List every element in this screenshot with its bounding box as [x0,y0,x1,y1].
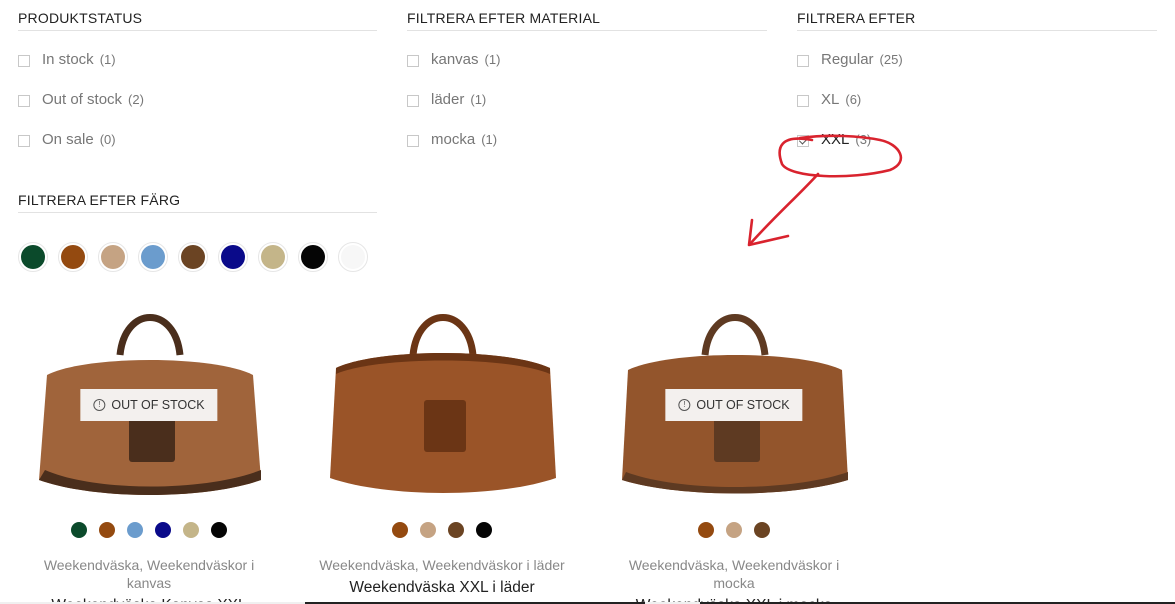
out-of-stock-badge: ! OUT OF STOCK [80,389,218,421]
checkbox[interactable] [407,55,419,67]
product-name[interactable]: Weekendväska XXL i läder [318,578,566,598]
color-swatch[interactable] [58,242,88,272]
product-color-dot[interactable] [392,522,408,538]
badge-label: OUT OF STOCK [696,398,790,412]
product-color-dot[interactable] [211,522,227,538]
color-swatch-fill [101,245,125,269]
filter-material: FILTRERA EFTER MATERIAL kanvas (1) läder… [407,8,767,169]
product-color-dot[interactable] [127,522,143,538]
color-swatch-list [18,242,378,272]
filter-count: (1) [99,52,116,67]
filter-label: mocka [431,131,476,148]
product-color-dot[interactable] [99,522,115,538]
filter-count: (1) [470,92,487,107]
checkbox[interactable] [797,55,809,67]
filter-label: kanvas [431,51,479,68]
filter-count: (2) [128,92,144,107]
filter-label: Regular [821,51,874,68]
product-card[interactable]: ! OUT OF STOCK Weekendväska, Weekendväsk… [25,300,273,604]
product-card[interactable]: Weekendväska, Weekendväskor i läder Week… [318,300,566,598]
filter-option-mocka[interactable]: mocka (1) [407,129,767,169]
color-swatch-fill [301,245,325,269]
product-category[interactable]: Weekendväska, Weekendväskor i läder [318,556,566,574]
filter-title: FILTRERA EFTER MATERIAL [407,8,767,31]
filter-title: FILTRERA EFTER [797,8,1157,31]
filter-count: (1) [481,132,498,147]
filter-title: FILTRERA EFTER FÄRG [18,190,377,213]
checkbox[interactable] [18,55,30,67]
filter-product-status: PRODUKTSTATUS In stock (1) Out of stock … [18,8,377,169]
out-of-stock-badge: ! OUT OF STOCK [665,389,803,421]
product-color-dot[interactable] [476,522,492,538]
color-swatch-fill [21,245,45,269]
color-swatch-fill [221,245,245,269]
warning-icon: ! [93,399,106,411]
filter-option-on-sale[interactable]: On sale (0) [18,129,377,169]
color-swatch[interactable] [218,242,248,272]
color-swatch-fill [141,245,165,269]
color-swatch[interactable] [258,242,288,272]
product-image[interactable] [318,300,566,505]
filter-option-xxl[interactable]: XXL (3) [797,129,1157,169]
filter-color: FILTRERA EFTER FÄRG [18,190,377,213]
color-swatch[interactable] [138,242,168,272]
checkbox-checked[interactable] [797,135,809,147]
color-swatch-fill [261,245,285,269]
product-category[interactable]: Weekendväska, Weekendväskor i kanvas [25,556,273,592]
filter-label: läder [431,91,465,108]
filter-count: (3) [855,132,872,147]
filter-size: FILTRERA EFTER Regular (25) XL (6) XXL (… [797,8,1157,169]
duffel-bag-image [330,314,556,493]
filter-title: PRODUKTSTATUS [18,8,377,31]
color-swatch[interactable] [18,242,48,272]
filter-count: (1) [484,52,501,67]
filter-option-lader[interactable]: läder (1) [407,89,767,129]
product-color-dot[interactable] [155,522,171,538]
checkbox[interactable] [18,135,30,147]
filter-option-xl[interactable]: XL (6) [797,89,1157,129]
filter-label: Out of stock [42,91,123,108]
filter-label: XXL [821,131,850,148]
color-swatch[interactable] [178,242,208,272]
filter-label: On sale [42,131,94,148]
color-swatch-fill [181,245,205,269]
color-swatch[interactable] [298,242,328,272]
color-swatch-fill [61,245,85,269]
color-swatch[interactable] [338,242,368,272]
filter-count: (25) [879,52,903,67]
filter-option-kanvas[interactable]: kanvas (1) [407,49,767,89]
product-image[interactable]: ! OUT OF STOCK [25,300,273,505]
filter-list: In stock (1) Out of stock (2) On sale (0… [18,49,377,169]
filter-count: (0) [99,132,116,147]
filter-label: XL [821,91,840,108]
filter-list: Regular (25) XL (6) XXL (3) [797,49,1157,169]
product-color-options [25,522,273,538]
product-color-dot[interactable] [754,522,770,538]
checkbox[interactable] [407,95,419,107]
product-color-options [610,522,858,538]
badge-label: OUT OF STOCK [111,398,205,412]
product-color-dot[interactable] [71,522,87,538]
filter-count: (6) [845,92,862,107]
product-color-options [318,522,566,538]
product-color-dot[interactable] [726,522,742,538]
product-color-dot[interactable] [698,522,714,538]
warning-icon: ! [678,399,691,411]
filter-option-out-of-stock[interactable]: Out of stock (2) [18,89,377,129]
filter-option-regular[interactable]: Regular (25) [797,49,1157,89]
checkbox[interactable] [407,135,419,147]
filter-option-in-stock[interactable]: In stock (1) [18,49,377,89]
product-color-dot[interactable] [448,522,464,538]
product-image[interactable]: ! OUT OF STOCK [610,300,858,505]
filter-list: kanvas (1) läder (1) mocka (1) [407,49,767,169]
product-color-dot[interactable] [420,522,436,538]
filter-label: In stock [42,51,94,68]
product-color-dot[interactable] [183,522,199,538]
product-category[interactable]: Weekendväska, Weekendväskor i mocka [610,556,858,592]
checkbox[interactable] [797,95,809,107]
color-swatch-fill [341,245,365,269]
color-swatch[interactable] [98,242,128,272]
checkbox[interactable] [18,95,30,107]
product-card[interactable]: ! OUT OF STOCK Weekendväska, Weekendväsk… [610,300,858,604]
